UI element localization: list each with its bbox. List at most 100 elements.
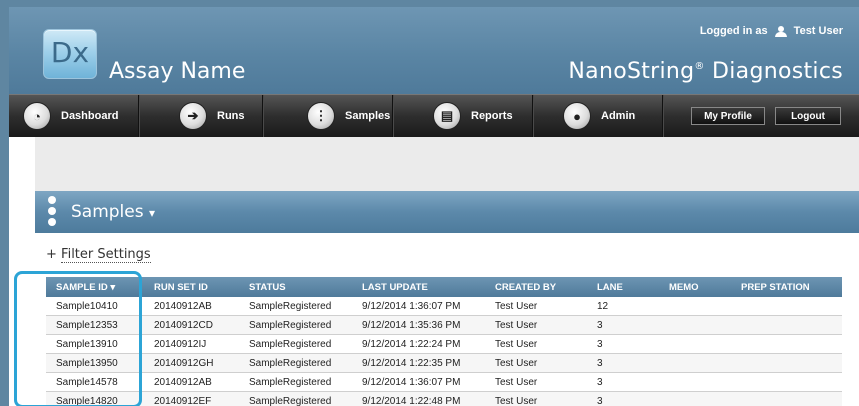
cell-last-update: 9/12/2014 1:35:36 PM [352,315,485,335]
col-created-by[interactable]: CREATED BY [485,277,587,297]
col-memo[interactable]: MEMO [659,277,731,297]
col-sample-id[interactable]: SAMPLE ID ▾ [46,277,144,297]
col-prep-station[interactable]: PREP STATION [731,277,842,297]
table-row[interactable]: Sample12353 20140912CD SampleRegistered … [46,315,842,335]
nav-runs[interactable]: ➔ Runs [139,95,263,137]
cell-prep-station [731,391,842,406]
table-row[interactable]: Sample14820 20140912EF SampleRegistered … [46,391,842,406]
cell-run-set-id: 20140912CD [144,315,239,335]
cell-prep-station [731,372,842,392]
cell-memo [659,297,731,316]
admin-user-icon: ● [563,102,591,130]
main-content: Samples ▾ + Filter Settings SAMPLE ID ▾ … [9,137,859,406]
registered-mark: ® [694,61,705,72]
samples-table: SAMPLE ID ▾ RUN SET ID STATUS LAST UPDAT… [46,277,842,406]
cell-status: SampleRegistered [239,334,352,354]
section-title-text: Samples [71,202,144,222]
cell-sample-id[interactable]: Sample12353 [46,315,144,335]
cell-sample-id[interactable]: Sample14578 [46,372,144,392]
nav-dashboard[interactable]: ◔ Dashboard [9,95,139,137]
cell-prep-station [731,334,842,354]
cell-status: SampleRegistered [239,391,352,406]
cell-memo [659,353,731,373]
cell-prep-station [731,297,842,316]
cell-last-update: 9/12/2014 1:36:07 PM [352,297,485,316]
samples-section-icon [47,196,57,226]
nav-samples-label: Samples [345,110,391,122]
cell-run-set-id: 20140912AB [144,297,239,316]
nav-admin[interactable]: ● Admin [533,95,663,137]
brand-title: NanoString® Diagnostics [568,59,843,84]
col-run-set-id[interactable]: RUN SET ID [144,277,239,297]
user-name[interactable]: Test User [794,25,843,37]
samples-icon: ⋮ [307,102,335,130]
cell-lane: 3 [587,391,659,406]
cell-run-set-id: 20140912AB [144,372,239,392]
cell-sample-id[interactable]: Sample10410 [46,297,144,316]
cell-run-set-id: 20140912IJ [144,334,239,354]
table-header-row: SAMPLE ID ▾ RUN SET ID STATUS LAST UPDAT… [46,277,842,297]
brand-suffix: Diagnostics [704,59,843,84]
col-lane[interactable]: LANE [587,277,659,297]
content-spacer [35,137,859,191]
filter-settings-label: Filter Settings [61,247,151,263]
cell-memo [659,315,731,335]
logout-button[interactable]: Logout [775,107,841,125]
cell-created-by: Test User [485,353,587,373]
user-icon [774,25,788,37]
col-last-update[interactable]: LAST UPDATE [352,277,485,297]
cell-lane: 3 [587,353,659,373]
cell-last-update: 9/12/2014 1:22:48 PM [352,391,485,406]
cell-lane: 12 [587,297,659,316]
cell-sample-id[interactable]: Sample13950 [46,353,144,373]
app-window: Dx Assay Name Logged in as Test User Nan… [0,0,859,406]
cell-lane: 3 [587,334,659,354]
cell-prep-station [731,315,842,335]
cell-sample-id[interactable]: Sample13910 [46,334,144,354]
section-title[interactable]: Samples ▾ [71,202,155,222]
section-header: Samples ▾ [35,191,859,233]
my-profile-button[interactable]: My Profile [691,107,765,125]
cell-status: SampleRegistered [239,353,352,373]
table-row[interactable]: Sample14578 20140912AB SampleRegistered … [46,372,842,392]
cell-memo [659,391,731,406]
cell-created-by: Test User [485,372,587,392]
cell-last-update: 9/12/2014 1:36:07 PM [352,372,485,392]
col-status[interactable]: STATUS [239,277,352,297]
cell-status: SampleRegistered [239,372,352,392]
cell-last-update: 9/12/2014 1:22:24 PM [352,334,485,354]
cell-last-update: 9/12/2014 1:22:35 PM [352,353,485,373]
nav-reports-label: Reports [471,110,513,122]
col-sample-id-label: SAMPLE ID [56,281,108,293]
table-row[interactable]: Sample13950 20140912GH SampleRegistered … [46,353,842,373]
nav-samples[interactable]: ⋮ Samples [263,95,393,137]
cell-created-by: Test User [485,334,587,354]
cell-status: SampleRegistered [239,297,352,316]
nav-admin-label: Admin [601,110,636,122]
dashboard-icon: ◔ [23,102,51,130]
filter-settings-toggle[interactable]: + Filter Settings [46,247,151,263]
cell-lane: 3 [587,372,659,392]
cell-memo [659,372,731,392]
cell-created-by: Test User [485,297,587,316]
sort-desc-icon[interactable]: ▾ [110,282,115,293]
cell-prep-station [731,353,842,373]
assay-name: Assay Name [109,59,246,84]
cell-created-by: Test User [485,315,587,335]
table-row[interactable]: Sample10410 20140912AB SampleRegistered … [46,297,842,316]
nav-reports[interactable]: ▤ Reports [393,95,533,137]
table-row[interactable]: Sample13910 20140912IJ SampleRegistered … [46,334,842,354]
login-status: Logged in as Test User [700,25,843,37]
expand-icon: + [46,247,57,262]
cell-run-set-id: 20140912EF [144,391,239,406]
cell-memo [659,334,731,354]
reports-icon: ▤ [433,102,461,130]
nav-runs-label: Runs [217,110,245,122]
cell-sample-id[interactable]: Sample14820 [46,391,144,406]
logged-in-label: Logged in as [699,25,768,37]
chevron-down-icon[interactable]: ▾ [149,206,155,220]
arrow-right-icon: ➔ [179,102,207,130]
cell-created-by: Test User [485,391,587,406]
logo-text: Dx [50,36,90,69]
cell-run-set-id: 20140912GH [144,353,239,373]
